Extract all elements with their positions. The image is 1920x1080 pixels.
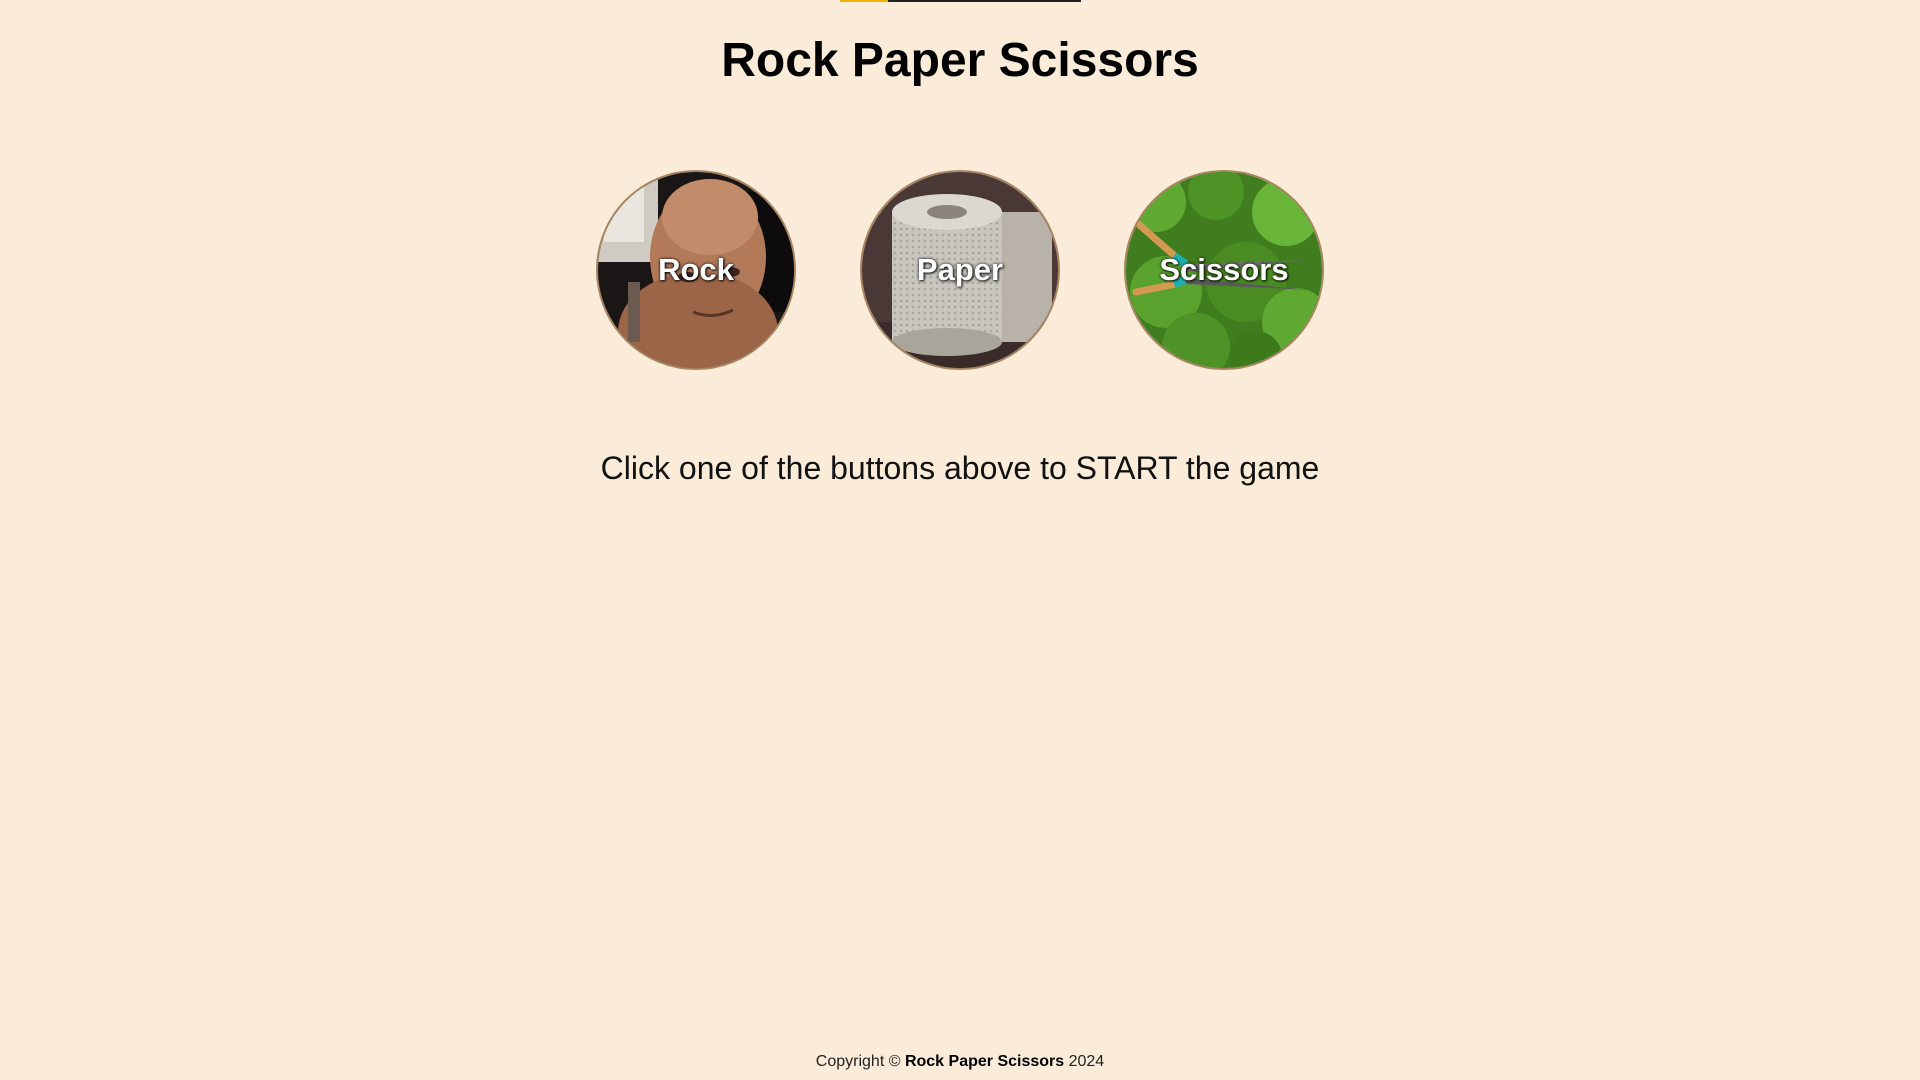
paper-label: Paper: [916, 252, 1004, 287]
game-status-message: Click one of the buttons above to START …: [600, 450, 1320, 486]
footer-brand: Rock Paper Scissors: [904, 1053, 1065, 1070]
top-progress-bar: [840, 0, 1081, 2]
paper-button[interactable]: Paper: [860, 170, 1060, 370]
rock-label: Rock: [658, 252, 734, 287]
top-progress-accent: [840, 0, 888, 2]
choice-buttons: Rock Paper Scissors: [596, 170, 1324, 370]
page-title: Rock Paper Scissors: [721, 34, 1199, 87]
scissors-button[interactable]: Scissors: [1124, 170, 1324, 370]
footer: Copyright © Rock Paper Scissors 2024: [0, 1052, 1920, 1072]
rock-button[interactable]: Rock: [596, 170, 796, 370]
footer-copyright-prefix: Copyright ©: [815, 1053, 901, 1070]
scissors-label: Scissors: [1159, 252, 1289, 287]
footer-year: 2024: [1068, 1053, 1105, 1070]
